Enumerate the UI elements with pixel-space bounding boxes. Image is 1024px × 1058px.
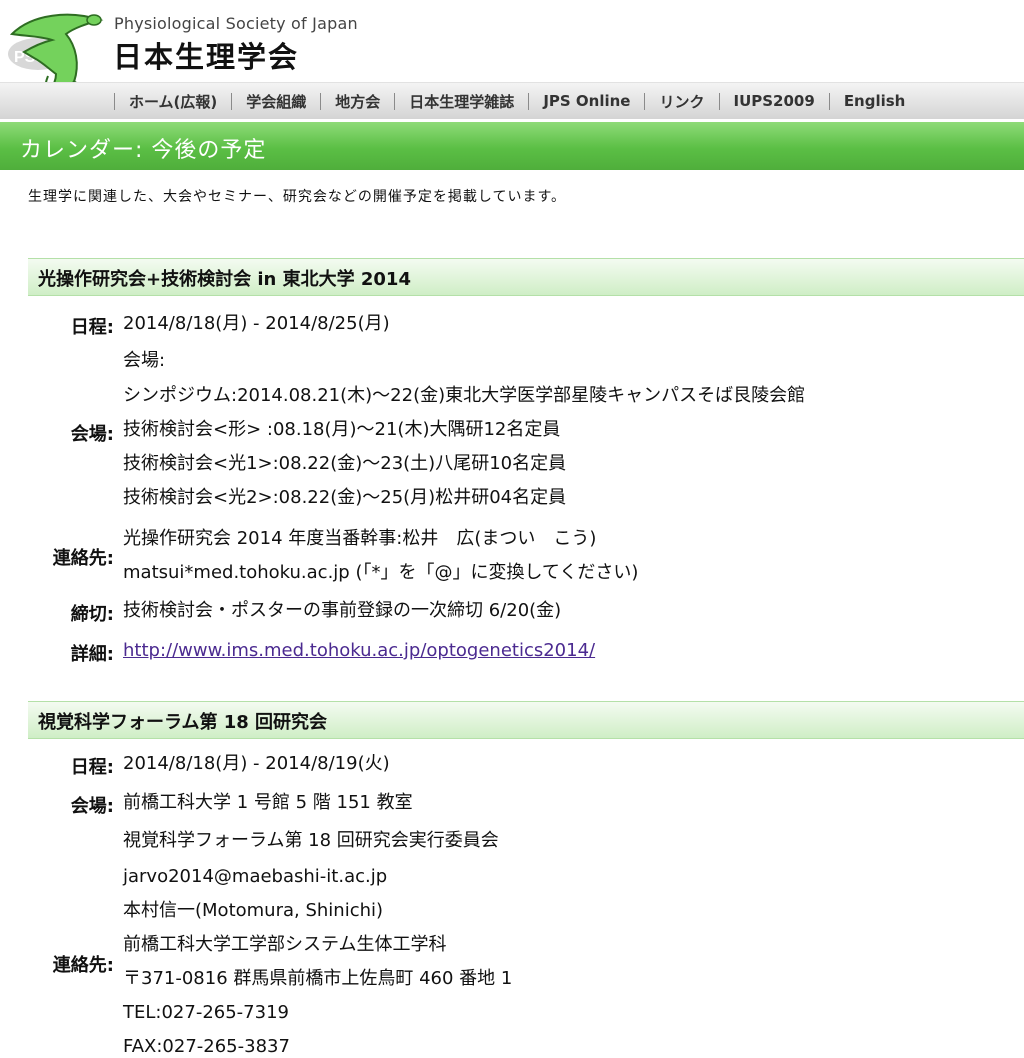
nav-label: 学会組織 [246, 92, 307, 111]
venue-label: 会場: [70, 796, 114, 817]
nav-label: 日本生理学雑誌 [409, 92, 515, 111]
nav-label: English [843, 92, 906, 110]
event-title: 光操作研究会+技術検討会 in 東北大学 2014 [38, 269, 411, 290]
page-title-bar: カレンダー: 今後の予定 [0, 122, 1024, 170]
nav-separator [114, 92, 115, 110]
nav-separator [528, 92, 530, 110]
nav-label: ホーム(広報) [129, 92, 218, 111]
venue-line: シンポジウム:2014.08.21(木)〜22(金)東北大学医学部星陵キャンパス… [123, 385, 806, 406]
contact-label: 連絡先: [52, 955, 114, 976]
contact-line: FAX:027-265-3837 [123, 1036, 290, 1057]
contact-line: matsui*med.tohoku.ac.jp (「*」を「@」に変換してくださ… [123, 562, 639, 583]
page-intro: 生理学に関連した、大会やセミナー、研究会などの開催予定を掲載しています。 [28, 189, 567, 205]
contact-line: 〒371-0816 群馬県前橋市上佐鳥町 460 番地 1 [123, 968, 513, 989]
deadline-value: 技術検討会・ポスターの事前登録の一次締切 6/20(金) [123, 600, 562, 621]
schedule-value: 2014/8/18(月) - 2014/8/25(月) [123, 313, 390, 334]
nav-label: 地方会 [335, 92, 381, 111]
schedule-value: 2014/8/18(月) - 2014/8/19(火) [123, 753, 390, 774]
nav-separator [231, 92, 233, 110]
nav-list: ホーム(広報) 学会組織 地方会 日本生理学雑誌 JPS Online リンク … [114, 83, 919, 119]
nav-item-iups2009[interactable]: IUPS2009 [718, 83, 829, 119]
org-name-japanese: 日本生理学会 [113, 40, 300, 74]
nav-item-regional-meetings[interactable]: 地方会 [320, 83, 394, 119]
main-nav: ホーム(広報) 学会組織 地方会 日本生理学雑誌 JPS Online リンク … [0, 82, 1024, 119]
event-header: 光操作研究会+技術検討会 in 東北大学 2014 [28, 258, 1024, 296]
event-header: 視覚科学フォーラム第 18 回研究会 [28, 701, 1024, 739]
schedule-label: 日程: [70, 757, 114, 778]
site-header: PSJ Physiological Society of Japan 日本生理学… [0, 0, 1024, 119]
nav-item-links[interactable]: リンク [644, 83, 718, 119]
nav-label: リンク [659, 92, 705, 111]
contact-line: jarvo2014@maebashi-it.ac.jp [123, 866, 388, 887]
details-label: 詳細: [70, 644, 114, 665]
nav-item-jps-online[interactable]: JPS Online [528, 83, 644, 119]
nav-label: IUPS2009 [733, 92, 815, 110]
venue-line: 技術検討会<光1>:08.22(金)〜23(土)八尾研10名定員 [123, 453, 567, 474]
venue-label: 会場: [70, 424, 114, 445]
event-title: 視覚科学フォーラム第 18 回研究会 [38, 712, 328, 733]
nav-label: JPS Online [543, 92, 631, 110]
contact-line: 本村信一(Motomura, Shinichi) [123, 900, 384, 921]
venue-line: 技術検討会<形> :08.18(月)〜21(木)大隅研12名定員 [123, 419, 561, 440]
page-title: カレンダー: 今後の予定 [20, 138, 267, 163]
nav-item-organization[interactable]: 学会組織 [231, 83, 320, 119]
nav-separator [718, 92, 720, 110]
schedule-label: 日程: [70, 317, 114, 338]
nav-item-home[interactable]: ホーム(広報) [114, 83, 231, 119]
venue-value: 前橋工科大学 1 号館 5 階 151 教室 [123, 792, 413, 813]
venue-line: 会場: [123, 350, 166, 371]
nav-item-journal[interactable]: 日本生理学雑誌 [394, 83, 528, 119]
nav-separator [828, 92, 830, 110]
contact-line: 視覚科学フォーラム第 18 回研究会実行委員会 [123, 830, 499, 851]
contact-label: 連絡先: [52, 548, 114, 569]
details-link[interactable]: http://www.ims.med.tohoku.ac.jp/optogene… [123, 640, 595, 662]
org-name-english: Physiological Society of Japan [114, 14, 358, 33]
nav-item-english[interactable]: English [828, 83, 920, 119]
contact-line: TEL:027-265-7319 [123, 1002, 289, 1023]
contact-line: 光操作研究会 2014 年度当番幹事:松井 広(まつい こう) [123, 528, 597, 549]
venue-line: 技術検討会<光2>:08.22(金)〜25(月)松井研04名定員 [123, 487, 567, 508]
nav-separator [394, 92, 396, 110]
contact-line: 前橋工科大学工学部システム生体工学科 [123, 934, 447, 955]
nav-separator [320, 92, 322, 110]
nav-separator [644, 92, 646, 110]
deadline-label: 締切: [70, 604, 114, 625]
